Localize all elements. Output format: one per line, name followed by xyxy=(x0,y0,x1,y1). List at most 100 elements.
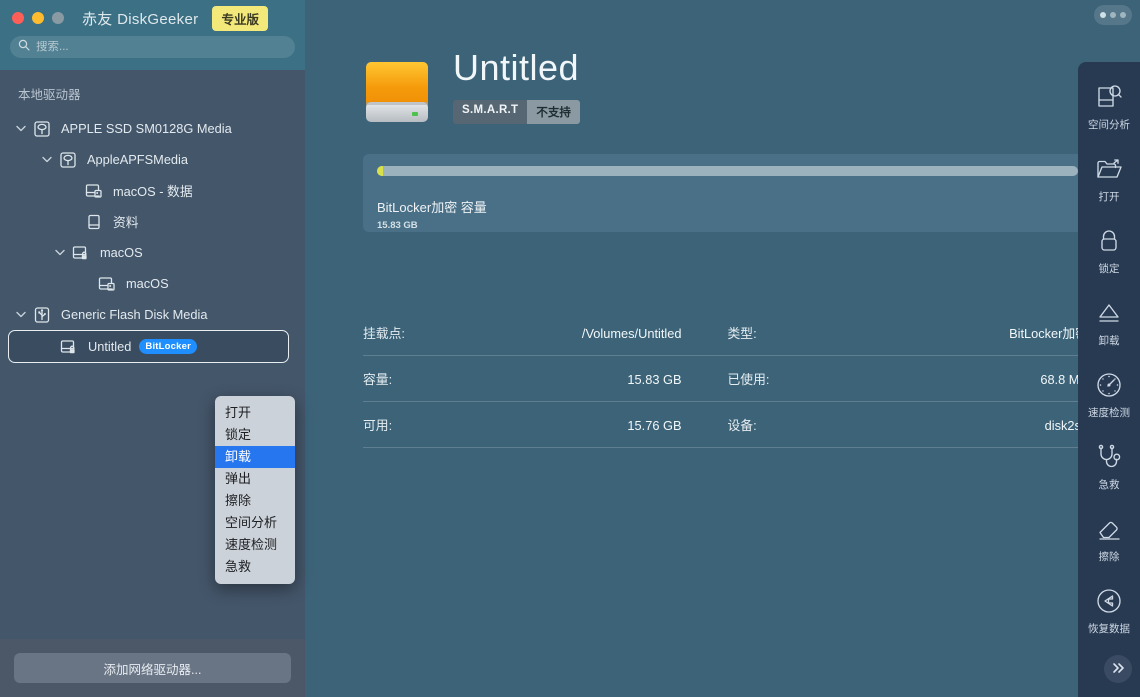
toolbar-item-eject-triangle[interactable]: 卸载 xyxy=(1078,292,1140,354)
tree-item-label: 资料 xyxy=(113,215,139,230)
context-menu-item[interactable]: 打开 xyxy=(215,402,295,424)
tree-item-label: Untitled xyxy=(88,339,132,354)
search-input[interactable] xyxy=(36,41,287,53)
collapse-toolbar-button[interactable] xyxy=(1104,655,1132,683)
toolbar-item-lock[interactable]: 锁定 xyxy=(1078,220,1140,282)
toolbar-item-label: 锁定 xyxy=(1098,263,1120,275)
info-key: 可用: xyxy=(363,418,393,433)
info-row: 容量: 15.83 GB 已使用: 68.8 MB xyxy=(363,356,1092,402)
tree-item-selected[interactable]: Untitled BitLocker xyxy=(8,330,289,363)
sidebar: 赤友 DiskGeeker 专业版 本地驱动器 APPLE SSD SM0128… xyxy=(0,0,305,697)
sidebar-footer: 添加网络驱动器... xyxy=(0,639,305,697)
app-window: 赤友 DiskGeeker 专业版 本地驱动器 APPLE SSD SM0128… xyxy=(0,0,1140,697)
disk-media-icon xyxy=(32,119,52,139)
disk-header: Untitled S.M.A.R.T 不支持 xyxy=(363,50,1092,128)
tree-item[interactable]: macOS xyxy=(0,268,305,299)
toolbar-item-stethoscope[interactable]: 急救 xyxy=(1078,436,1140,498)
chevron-down-icon[interactable] xyxy=(40,153,54,167)
capacity-size: 15.83 GB xyxy=(377,220,418,231)
toolbar-item-label: 恢复数据 xyxy=(1088,623,1130,635)
tree-item[interactable]: macOS - 数据 xyxy=(0,175,305,206)
info-row: 挂载点: /Volumes/Untitled 类型: BitLocker加密 xyxy=(363,310,1092,356)
context-menu[interactable]: 打开 锁定 卸载 弹出 擦除 空间分析 速度检测 急救 xyxy=(215,396,295,584)
tree-item[interactable]: APPLE SSD SM0128G Media xyxy=(0,113,305,144)
bitlocker-badge: BitLocker xyxy=(139,339,198,354)
smart-value: 不支持 xyxy=(527,100,580,124)
window-menu-button[interactable] xyxy=(1094,5,1132,25)
tree-item[interactable]: macOS xyxy=(0,237,305,268)
smart-label: S.M.A.R.T xyxy=(453,100,528,124)
eject-triangle-icon xyxy=(1094,298,1124,328)
search-box[interactable] xyxy=(10,36,295,58)
toolbar-item-label: 急救 xyxy=(1098,479,1120,491)
locked-volume-icon xyxy=(71,243,91,263)
chevron-down-icon[interactable] xyxy=(53,246,67,260)
info-cell: 挂载点: /Volumes/Untitled xyxy=(363,323,728,342)
toolbar-item-open-folder[interactable]: 打开 xyxy=(1078,148,1140,210)
tree-item-label: Generic Flash Disk Media xyxy=(61,307,208,322)
pro-version-badge: 专业版 xyxy=(212,5,268,31)
toolbar-item-data-recovery[interactable]: 恢复数据 xyxy=(1078,580,1140,642)
disk-info-table: 挂载点: /Volumes/Untitled 类型: BitLocker加密容量: 15… xyxy=(363,310,1092,448)
minimize-button[interactable] xyxy=(32,12,44,24)
search-icon xyxy=(18,38,30,56)
tree-item-label: macOS xyxy=(126,276,169,291)
context-menu-item[interactable]: 擦除 xyxy=(215,490,295,512)
chevron-down-icon[interactable] xyxy=(14,308,28,322)
toolbar-item-eraser[interactable]: 擦除 xyxy=(1078,508,1140,570)
toolbar-item-space-analysis[interactable]: 空间分析 xyxy=(1078,76,1140,138)
tree-item-label: macOS xyxy=(100,245,143,260)
menu-dot-icon xyxy=(1120,12,1126,18)
usage-bar-used xyxy=(377,166,383,176)
tree-item[interactable]: 资料 xyxy=(0,206,305,237)
toolbar-item-label: 打开 xyxy=(1098,191,1120,203)
eraser-icon xyxy=(1094,514,1124,544)
toolbar-item-label: 卸载 xyxy=(1098,335,1120,347)
context-menu-item[interactable]: 锁定 xyxy=(215,424,295,446)
context-menu-item[interactable]: 速度检测 xyxy=(215,534,295,556)
stethoscope-icon xyxy=(1094,442,1124,472)
external-hard-drive-icon xyxy=(363,56,431,128)
data-recovery-icon xyxy=(1094,586,1124,616)
tree-item[interactable]: Generic Flash Disk Media xyxy=(0,299,305,330)
info-key: 容量: xyxy=(363,372,393,387)
toolbar-item-speedometer[interactable]: 速度检测 xyxy=(1078,364,1140,426)
titlebar: 赤友 DiskGeeker 专业版 xyxy=(0,0,305,36)
tree-item-label: macOS - 数据 xyxy=(113,184,193,199)
add-network-drive-button[interactable]: 添加网络驱动器... xyxy=(14,653,291,683)
context-menu-item[interactable]: 急救 xyxy=(215,556,295,578)
info-key: 设备: xyxy=(727,418,757,433)
volume-icon xyxy=(97,274,117,294)
section-label-local-drives: 本地驱动器 xyxy=(18,88,81,102)
usb-icon xyxy=(32,305,52,325)
context-menu-item[interactable]: 空间分析 xyxy=(215,512,295,534)
info-cell: 类型: BitLocker加密 xyxy=(728,323,1093,342)
chevron-down-icon[interactable] xyxy=(14,122,28,136)
info-cell: 容量: 15.83 GB xyxy=(363,369,728,388)
close-button[interactable] xyxy=(12,12,24,24)
info-value: 15.83 GB xyxy=(627,372,682,387)
info-key: 已使用: xyxy=(727,372,770,387)
info-cell: 已使用: 68.8 MB xyxy=(728,369,1093,388)
disk-header-text: Untitled S.M.A.R.T 不支持 xyxy=(453,50,580,124)
info-key: 挂载点: xyxy=(363,326,405,341)
context-menu-item[interactable]: 弹出 xyxy=(215,468,295,490)
usage-bar xyxy=(377,166,1078,176)
toolbar-item-label: 空间分析 xyxy=(1088,119,1130,131)
open-folder-icon xyxy=(1094,154,1124,184)
tree-item-label: APPLE SSD SM0128G Media xyxy=(61,121,232,136)
volume-icon xyxy=(84,181,104,201)
tree-rows: APPLE SSD SM0128G Media AppleAPFSMedia mac… xyxy=(0,113,305,363)
capacity-card: BitLocker加密 容量 15.83 GB xyxy=(363,154,1092,232)
main-content: Untitled S.M.A.R.T 不支持 BitLocker加密 容量 15… xyxy=(305,0,1140,697)
tree-item[interactable]: AppleAPFSMedia xyxy=(0,144,305,175)
zoom-button[interactable] xyxy=(52,12,64,24)
disk-media-icon xyxy=(58,150,78,170)
menu-dot-icon xyxy=(1110,12,1116,18)
context-menu-item[interactable]: 卸载 xyxy=(215,446,295,468)
app-title: 赤友 DiskGeeker xyxy=(82,10,199,28)
menu-dot-icon xyxy=(1100,12,1106,18)
speedometer-icon xyxy=(1094,370,1124,400)
capacity-label: BitLocker加密 容量 xyxy=(377,200,487,215)
info-key: 类型: xyxy=(727,326,757,341)
